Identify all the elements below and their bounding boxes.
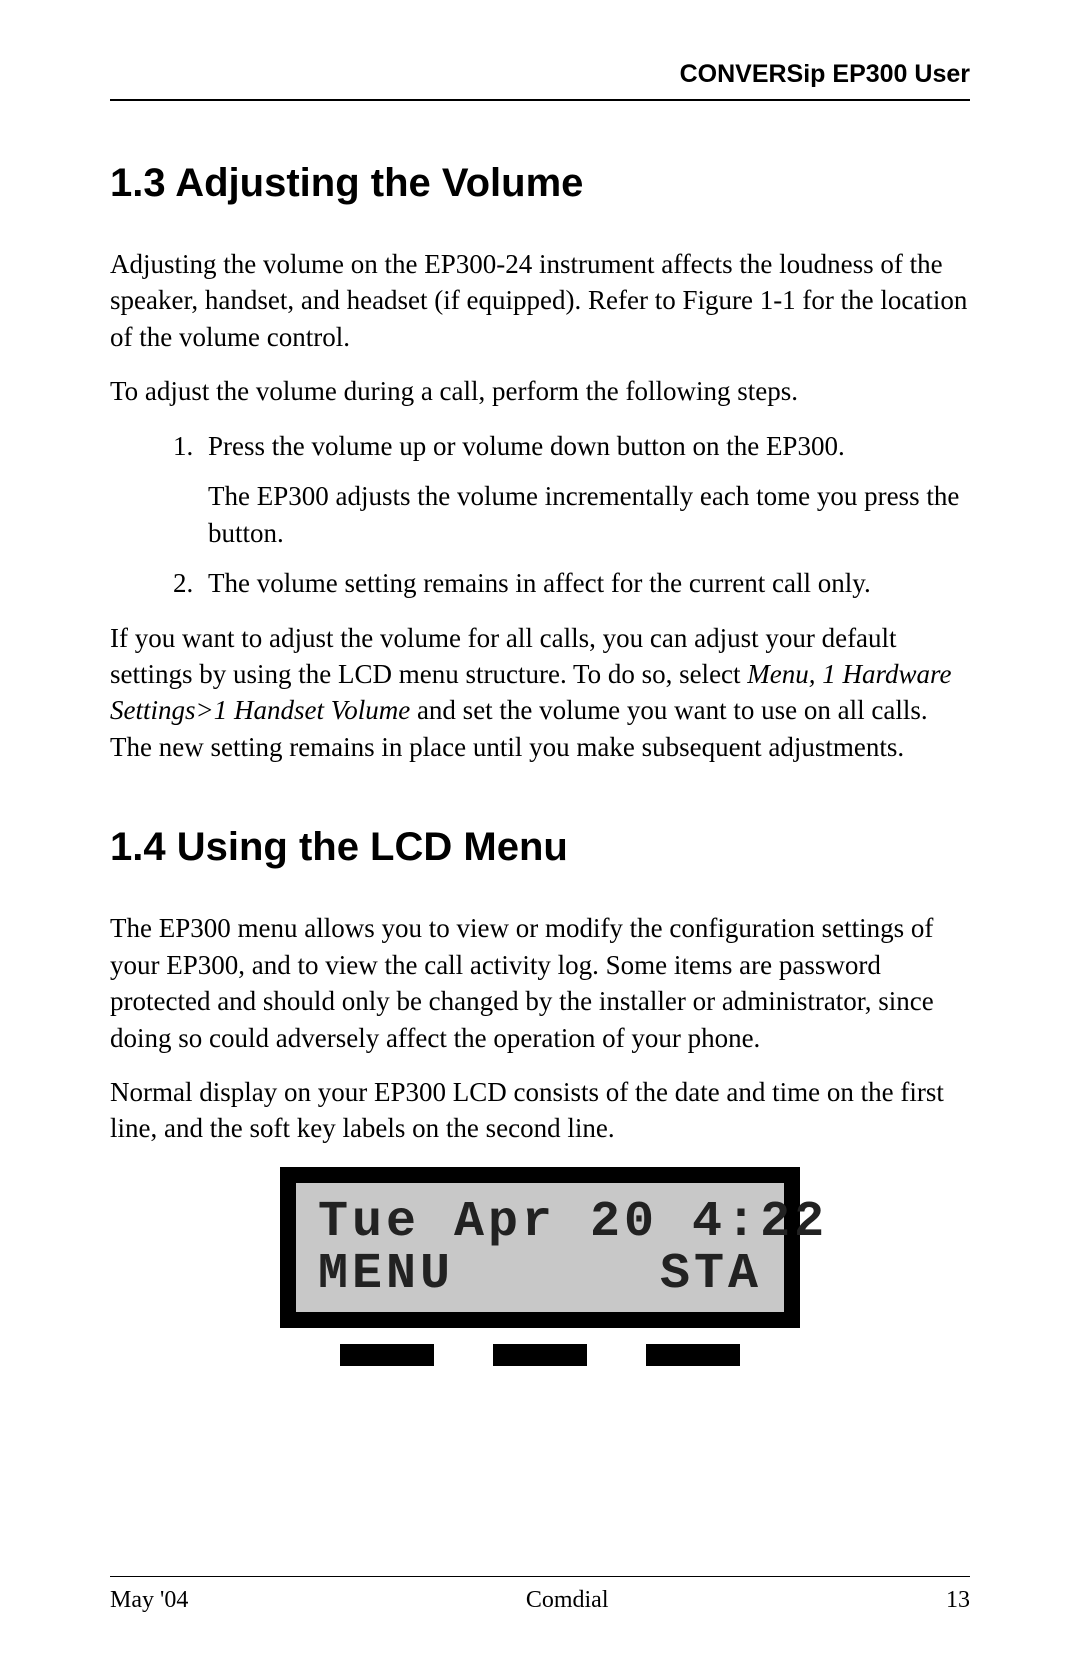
footer-date: May '04 <box>110 1587 188 1614</box>
para-1-3-lead: To adjust the volume during a call, perf… <box>110 373 970 409</box>
footer-vendor: Comdial <box>526 1587 609 1614</box>
para-1-4-intro: The EP300 menu allows you to view or mod… <box>110 910 970 1056</box>
footer-page: 13 <box>946 1587 970 1614</box>
softkey-button-1[interactable] <box>340 1344 434 1366</box>
section-heading-1-4: 1.4 Using the LCD Menu <box>110 825 970 870</box>
para-1-4-normal-display: Normal display on your EP300 LCD consist… <box>110 1074 970 1147</box>
lcd-softkey-label-left: MENU <box>318 1249 454 1302</box>
softkey-row <box>280 1328 800 1366</box>
lcd-softkey-label-right: STA <box>660 1249 762 1302</box>
para-1-3-default: If you want to adjust the volume for all… <box>110 620 970 766</box>
lcd-line-2: MENU STA <box>318 1249 762 1302</box>
manual-page: CONVERSip EP300 User 1.3 Adjusting the V… <box>0 0 1080 1669</box>
step-1: Press the volume up or volume down butto… <box>200 428 970 551</box>
page-footer: May '04 Comdial 13 <box>110 1576 970 1614</box>
softkey-button-2[interactable] <box>493 1344 587 1366</box>
steps-list: Press the volume up or volume down butto… <box>110 428 970 602</box>
lcd-figure: Tue Apr 20 4:22 MENU STA <box>280 1167 800 1366</box>
step-2: The volume setting remains in affect for… <box>200 565 970 601</box>
step-1-note: The EP300 adjusts the volume incremental… <box>208 478 970 551</box>
lcd-frame: Tue Apr 20 4:22 MENU STA <box>280 1167 800 1328</box>
section-heading-1-3: 1.3 Adjusting the Volume <box>110 161 970 206</box>
running-header: CONVERSip EP300 User <box>110 60 970 101</box>
step-1-text: Press the volume up or volume down butto… <box>208 431 845 461</box>
softkey-button-3[interactable] <box>646 1344 740 1366</box>
step-2-text: The volume setting remains in affect for… <box>208 568 871 598</box>
lcd-line-1: Tue Apr 20 4:22 <box>318 1197 762 1250</box>
para-1-3-intro: Adjusting the volume on the EP300-24 ins… <box>110 246 970 355</box>
